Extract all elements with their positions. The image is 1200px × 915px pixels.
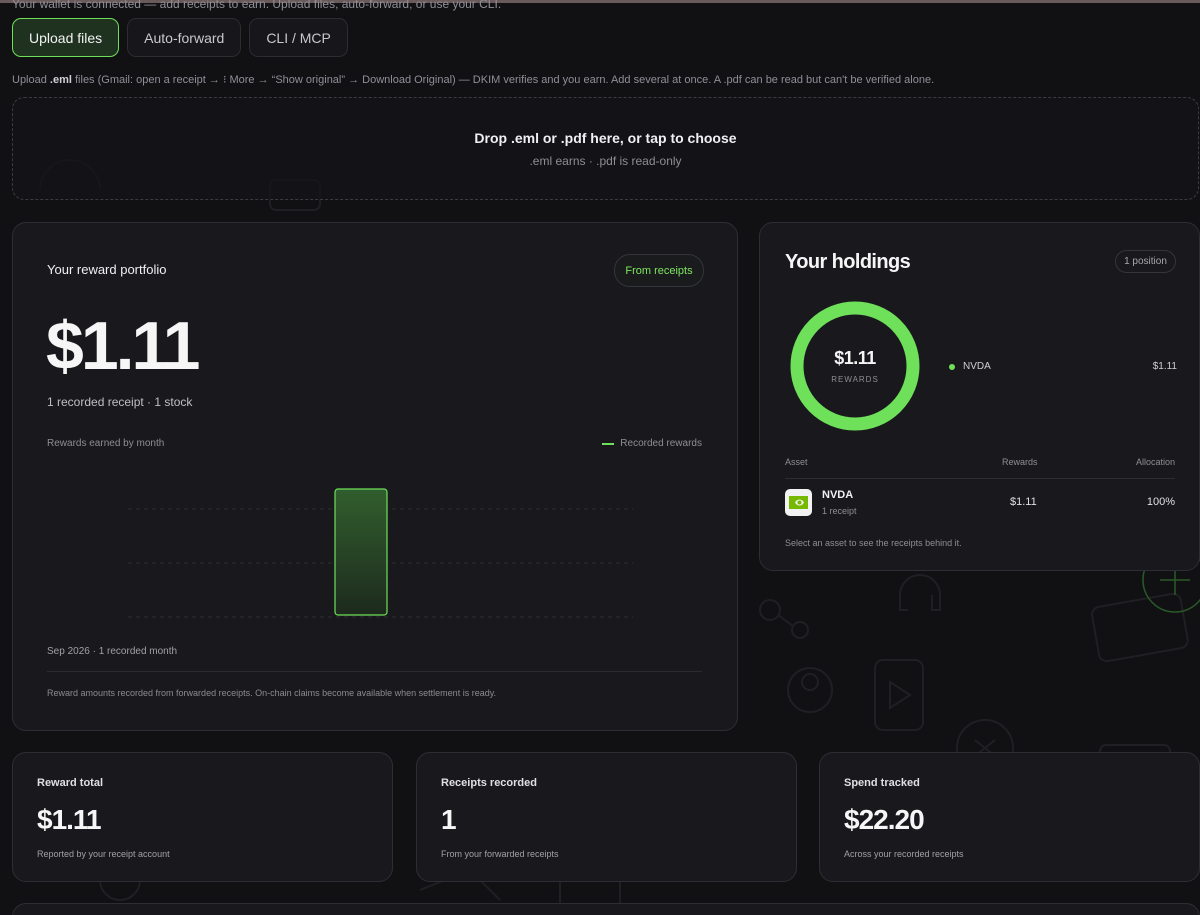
portfolio-title: Your reward portfolio bbox=[47, 262, 167, 277]
green-dot-icon bbox=[949, 363, 955, 370]
chart-legend: Recorded rewards bbox=[602, 438, 702, 449]
tab-upload-files[interactable]: Upload files bbox=[12, 18, 120, 57]
legend-label: Recorded rewards bbox=[620, 438, 702, 449]
legend-ticker: NVDA bbox=[963, 361, 991, 372]
donut-label: REWARDS bbox=[831, 375, 879, 384]
portfolio-divider bbox=[47, 671, 702, 672]
stat-label: Spend tracked bbox=[844, 777, 920, 789]
position-count-badge: 1 position bbox=[1115, 250, 1176, 273]
upload-instructions: Upload .eml files (Gmail: open a receipt… bbox=[12, 73, 934, 86]
stat-sub: From your forwarded receipts bbox=[441, 849, 559, 859]
stat-card-spend-tracked: Spend tracked $22.20 Across your recorde… bbox=[819, 752, 1200, 882]
asset-receipts: 1 receipt bbox=[822, 506, 857, 516]
from-receipts-badge[interactable]: From receipts bbox=[614, 254, 704, 287]
stat-label: Reward total bbox=[37, 777, 104, 789]
dropzone-subtitle: .eml earns · .pdf is read-only bbox=[529, 154, 682, 168]
chart-footer: Sep 2026 · 1 recorded month bbox=[47, 646, 178, 657]
stat-value: 1 bbox=[441, 804, 457, 835]
help-suffix: files (Gmail: open a receipt → ⁝ More → … bbox=[71, 74, 935, 86]
wallet-intro-text: Your wallet is connected — add receipts … bbox=[12, 0, 502, 11]
col-header-asset: Asset bbox=[785, 457, 808, 467]
legend-swatch bbox=[602, 442, 615, 445]
next-section-card bbox=[12, 903, 1200, 915]
upload-method-tabs: Upload files Auto-forward CLI / MCP bbox=[12, 18, 348, 57]
holdings-note: Select an asset to see the receipts behi… bbox=[785, 538, 962, 548]
asset-allocation: 100% bbox=[1146, 496, 1175, 508]
stat-sub: Reported by your receipt account bbox=[37, 849, 170, 859]
chart-bar-sep-2026 bbox=[334, 488, 388, 616]
donut-value: $1.11 bbox=[834, 348, 876, 368]
tab-cli-mcp[interactable]: CLI / MCP bbox=[249, 18, 348, 57]
stat-value: $1.11 bbox=[37, 804, 102, 835]
dropzone-title: Drop .eml or .pdf here, or tap to choose bbox=[474, 130, 737, 146]
stat-sub: Across your recorded receipts bbox=[844, 849, 964, 859]
help-prefix: Upload bbox=[12, 74, 50, 86]
stat-card-receipts-recorded: Receipts recorded 1 From your forwarded … bbox=[416, 752, 797, 882]
help-eml: .eml bbox=[49, 74, 72, 86]
portfolio-note: Reward amounts recorded from forwarded r… bbox=[47, 688, 497, 698]
holding-legend-row[interactable]: NVDA $1.11 bbox=[949, 361, 1177, 372]
reward-portfolio-card: Your reward portfolio From receipts $1.1… bbox=[12, 222, 738, 731]
asset-rewards: $1.11 bbox=[1010, 496, 1037, 508]
rewards-bar-chart bbox=[128, 488, 633, 618]
tab-auto-forward[interactable]: Auto-forward bbox=[127, 18, 242, 57]
holdings-title: Your holdings bbox=[785, 251, 911, 273]
col-header-allocation: Allocation bbox=[1135, 457, 1175, 467]
table-divider bbox=[785, 478, 1175, 479]
chart-title: Rewards earned by month bbox=[47, 438, 165, 449]
holdings-card: Your holdings 1 position $1.11 REWARDS N… bbox=[759, 222, 1200, 571]
stat-label: Receipts recorded bbox=[441, 777, 537, 789]
portfolio-subtitle: 1 recorded receipt · 1 stock bbox=[47, 395, 193, 409]
legend-value: $1.11 bbox=[1152, 361, 1177, 372]
asset-ticker: NVDA bbox=[822, 489, 854, 501]
stat-card-reward-total: Reward total $1.11 Reported by your rece… bbox=[12, 752, 393, 882]
nvidia-logo-icon bbox=[785, 489, 812, 516]
file-dropzone[interactable]: Drop .eml or .pdf here, or tap to choose… bbox=[12, 97, 1199, 200]
stat-value: $22.20 bbox=[844, 804, 925, 835]
portfolio-value: $1.11 bbox=[46, 308, 200, 384]
col-header-rewards: Rewards bbox=[1002, 457, 1038, 467]
